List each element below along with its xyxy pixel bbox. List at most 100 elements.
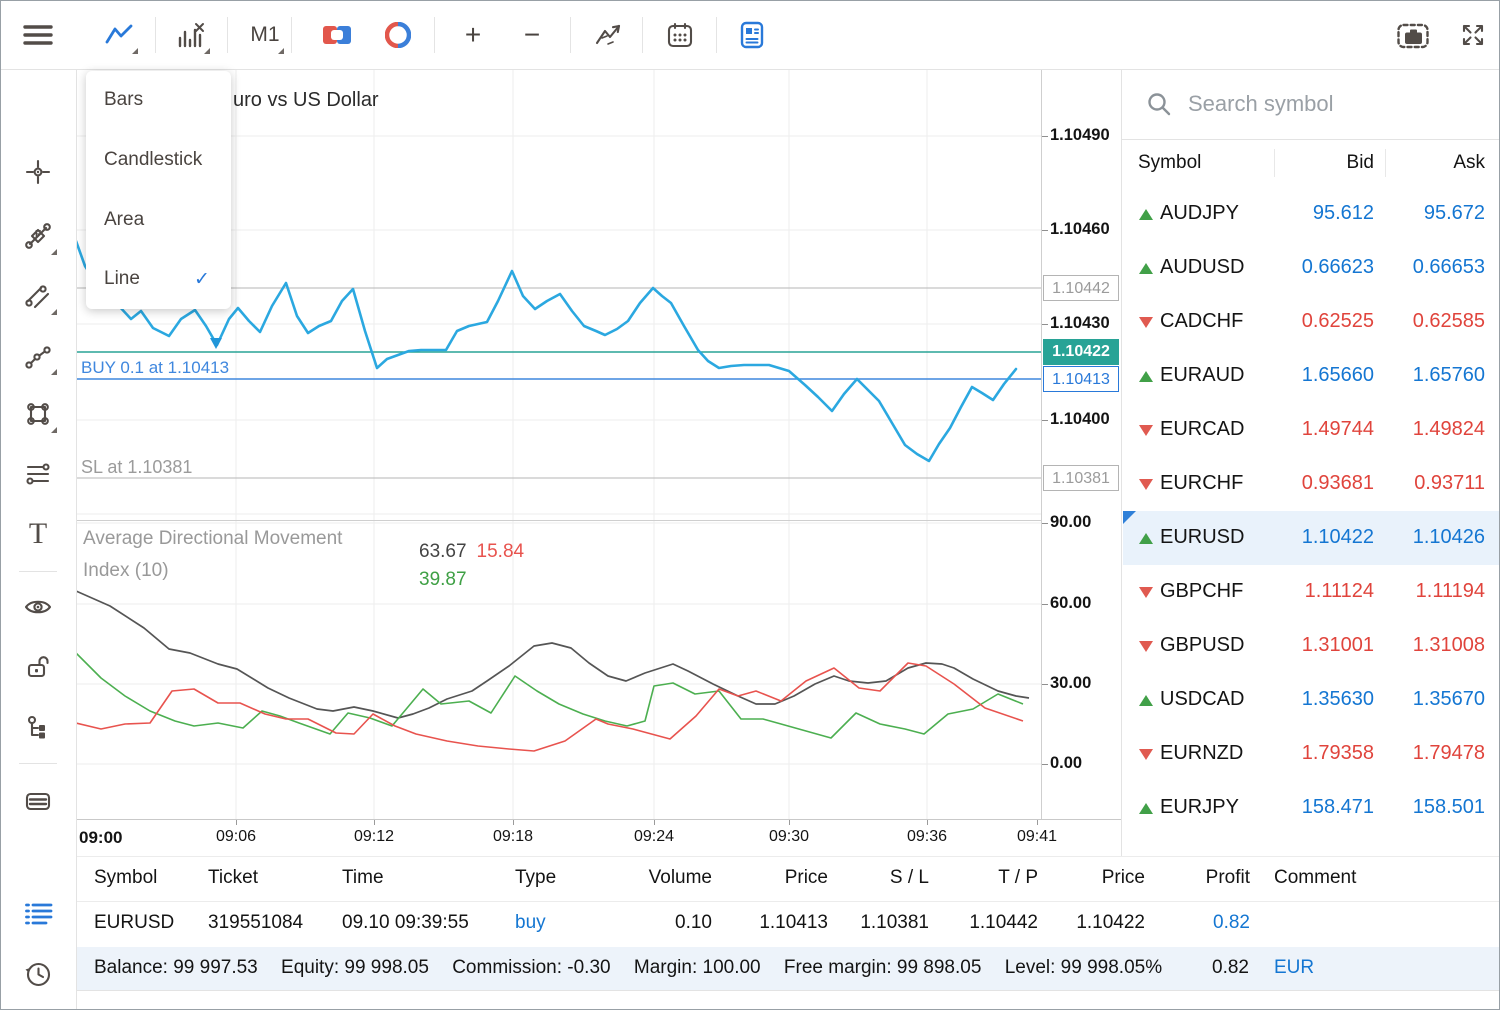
text-tool-button[interactable]: T [16,512,60,556]
symbol-row-cadchf[interactable]: CADCHF 0.62525 0.62585 [1123,295,1500,349]
symbol-row-usdcad[interactable]: USDCAD 1.35630 1.35670 [1123,673,1500,727]
timeframe-button[interactable]: M1 [243,13,287,57]
menu-item-candlestick[interactable]: Candlestick [104,149,202,173]
tp-price-box[interactable]: 1.10442 [1043,275,1119,301]
time-label: 09:30 [759,828,819,846]
zoom-out-button[interactable]: − [510,13,554,57]
print-button[interactable] [16,779,60,823]
rectangle-shape-icon [24,400,52,428]
up-triangle-icon [1139,695,1153,706]
screenshot-button[interactable] [1391,13,1435,57]
chart-type-menu: Bars Candlestick Area Line ✓ [86,71,231,309]
indicators-button[interactable] [587,13,631,57]
chart-type-button[interactable] [97,13,141,57]
trade-tab-button[interactable] [16,892,60,936]
shapes-tool-button[interactable] [16,392,60,436]
fibonacci-tool-button[interactable]: F [16,214,60,258]
menu-item-bars[interactable]: Bars [104,89,143,113]
toolbar-separator [642,17,643,53]
price-scale[interactable]: 1.10490 1.10460 1.10430 1.10400 1.10442 … [1041,69,1122,819]
crosshair-icon [25,159,51,185]
submenu-corner [51,249,57,255]
time-label: 09:24 [624,828,684,846]
symbol-search [1122,69,1500,140]
calendar-icon [667,22,693,48]
position-row[interactable]: EURUSD 319551084 09.10 09:39:55 buy 0.10… [76,901,1500,948]
symbol-row-eurchf[interactable]: EURCHF 0.93681 0.93711 [1123,457,1500,511]
zoom-in-button[interactable]: + [451,13,495,57]
submenu-corner [51,427,57,433]
current-price-box: 1.10422 [1043,339,1119,365]
down-triangle-icon [1139,587,1153,598]
symbol-row-audjpy[interactable]: AUDJPY 95.612 95.672 [1123,187,1500,241]
sidebar-divider [19,763,57,764]
account-currency: EUR [1274,957,1314,979]
col-volume: Volume [649,867,712,889]
history-tab-button[interactable] [16,952,60,996]
hamburger-icon [23,23,53,47]
time-axis[interactable]: 09:00 09:06 09:12 09:18 09:24 09:30 09:3… [76,819,1121,857]
polyline-tool-button[interactable] [16,334,60,378]
time-label: 09:41 [1007,828,1067,846]
fullscreen-button[interactable] [1451,13,1495,57]
down-triangle-icon [1139,749,1153,760]
levels-tool-button[interactable] [16,452,60,496]
symbol-row-eurusd-selected[interactable]: EURUSD 1.10422 1.10426 [1123,511,1500,565]
plus-icon: + [465,21,481,49]
object-visibility-button[interactable] [16,585,60,629]
eye-icon [24,595,52,619]
symbol-row-gbpchf[interactable]: GBPCHF 1.11124 1.11194 [1123,565,1500,619]
symbol-row-eurjpy[interactable]: EURJPY 158.471 158.501 [1123,781,1500,835]
dropdown-corner [204,48,210,54]
timeframe-label: M1 [250,23,279,47]
economic-calendar-button[interactable] [658,13,702,57]
position-profit: 0.82 [1213,912,1250,934]
col-profit: Profit [1206,867,1250,889]
floating-profit: 0.82 [1212,957,1249,979]
crosshair-tool-button[interactable] [16,150,60,194]
column-ask: Ask [1453,152,1485,174]
level-text: Level: 99 998.05% [1005,957,1162,978]
sidebar-divider [19,571,57,572]
trade-marker-icon [210,338,222,349]
up-triangle-icon [1139,803,1153,814]
sl-price-box[interactable]: 1.10381 [1043,465,1119,491]
market-watch-panel: Symbol Bid Ask AUDJPY 95.612 95.672 AUDU… [1121,69,1500,856]
depth-of-market-button[interactable] [376,13,420,57]
open-price-box: 1.10413 [1043,366,1119,392]
menu-item-area[interactable]: Area [104,209,144,233]
time-label: 09:12 [344,828,404,846]
symbol-row-audusd[interactable]: AUDUSD 0.66623 0.66653 [1123,241,1500,295]
symbol-row-eurnzd[interactable]: EURNZD 1.79358 1.79478 [1123,727,1500,781]
margin-text: Margin: 100.00 [634,957,761,978]
polyline-icon [24,342,52,370]
price-tick: 1.10460 [1050,220,1120,239]
adx-value: 63.67 [419,541,467,562]
menu-item-line[interactable]: Line [104,268,140,292]
chart-title: uro vs US Dollar [233,89,379,112]
horizontal-levels-icon [24,460,52,488]
search-icon [1146,91,1172,117]
time-label: 09:00 [79,828,139,848]
search-input[interactable] [1186,85,1480,123]
up-triangle-icon [1139,371,1153,382]
camera-icon [1397,22,1429,49]
symbol-row-eurcad[interactable]: EURCAD 1.49744 1.49824 [1123,403,1500,457]
main-menu-button[interactable] [16,13,60,57]
one-click-trading-button[interactable] [315,13,359,57]
buy-position-label: BUY 0.1 at 1.10413 [81,358,229,378]
indicator-name-line1: Average Directional Movement [83,523,342,555]
object-list-button[interactable] [16,705,60,749]
col-price-current: Price [1102,867,1145,889]
channels-tool-button[interactable] [16,274,60,318]
indicator-tick: 30.00 [1050,674,1120,693]
new-order-button[interactable] [730,13,774,57]
unlock-objects-button[interactable] [16,645,60,689]
indicator-name: Average Directional Movement Index (10) [83,523,342,587]
account-summary-text: Balance: 99 997.53 Equity: 99 998.05 Com… [94,957,1180,979]
symbol-row-euraud[interactable]: EURAUD 1.65660 1.65760 [1123,349,1500,403]
remove-indicator-button[interactable] [169,13,213,57]
symbol-row-gbpusd[interactable]: GBPUSD 1.31001 1.31008 [1123,619,1500,673]
balance-text: Balance: 99 997.53 [94,957,258,978]
down-triangle-icon [1139,425,1153,436]
